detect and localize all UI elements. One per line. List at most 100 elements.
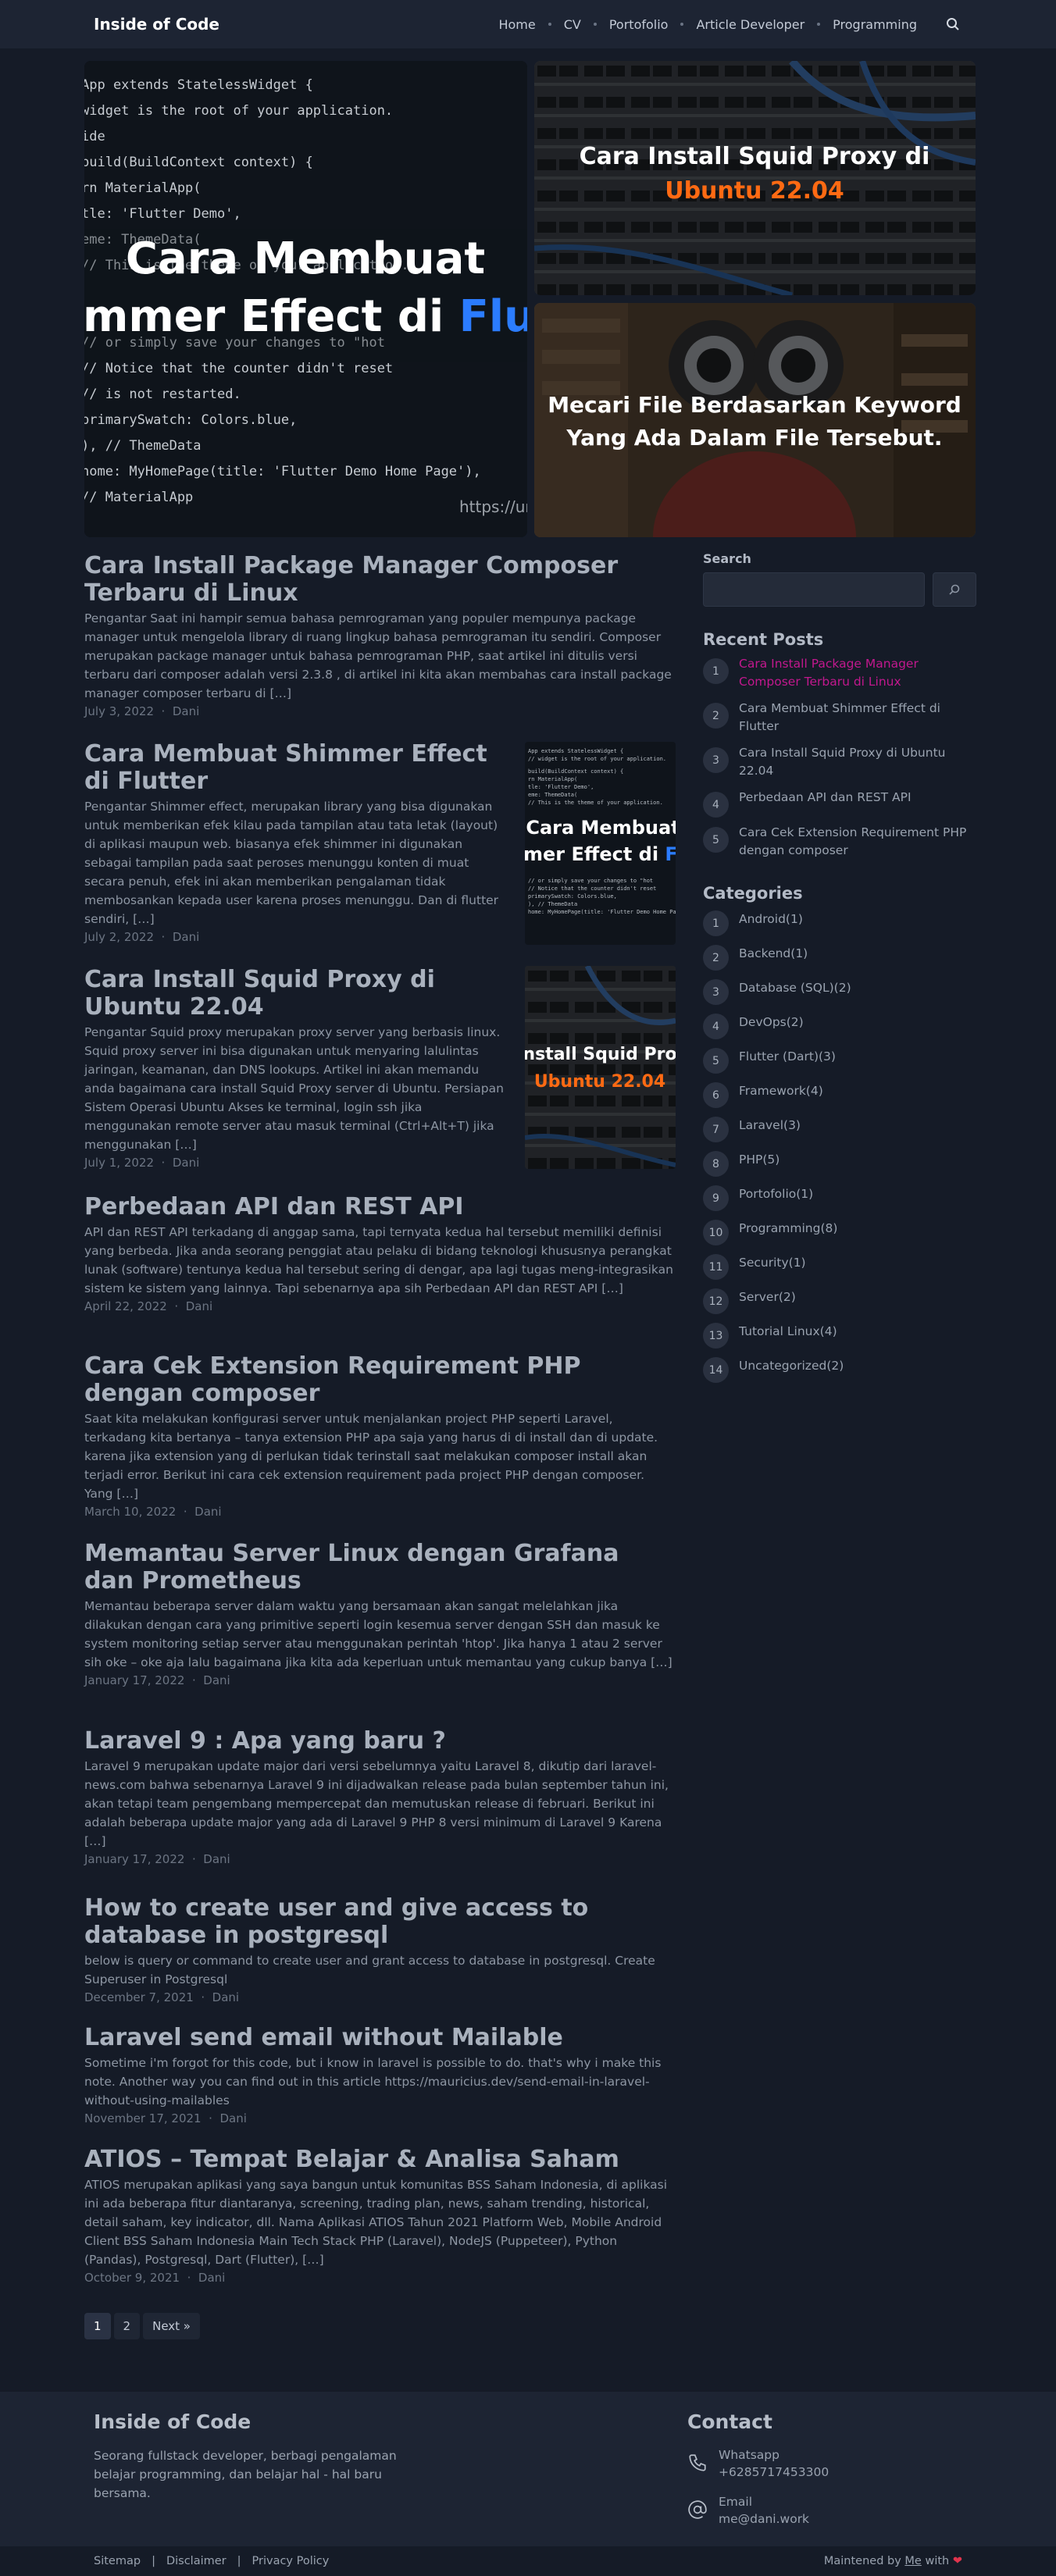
category-item[interactable]: 2 Backend(1) (703, 945, 976, 979)
category-link[interactable]: Portofolio(1) (739, 1187, 813, 1201)
post-date[interactable]: January 17, 2022 (84, 1852, 184, 1866)
featured-post-shimmer[interactable]: App extends StatelessWidget { widget is … (84, 61, 527, 537)
category-link[interactable]: Security(1) (739, 1256, 806, 1270)
category-link[interactable]: Tutorial Linux(4) (739, 1324, 837, 1338)
post-title-link[interactable]: How to create user and give access to da… (84, 1894, 588, 1949)
recent-post-link[interactable]: Cara Install Package Manager Composer Te… (739, 655, 973, 691)
post-author[interactable]: Dani (173, 1156, 199, 1170)
category-item[interactable]: 9 Portofolio(1) (703, 1185, 976, 1220)
next-page-button[interactable]: Next » (143, 2313, 200, 2339)
maintainer-link[interactable]: Me (904, 2555, 921, 2567)
post-date[interactable]: November 17, 2021 (84, 2111, 202, 2125)
post-author[interactable]: Dani (186, 1299, 212, 1313)
post-date[interactable]: July 1, 2022 (84, 1156, 154, 1170)
page-2-button[interactable]: 2 (113, 2313, 141, 2339)
recent-post-item[interactable]: 2 Cara Membuat Shimmer Effect di Flutter (703, 700, 976, 747)
post-thumbnail-squid[interactable]: nstall Squid Pro Ubuntu 22.04 (525, 966, 676, 1169)
nav-home[interactable]: Home (486, 17, 548, 32)
post-date[interactable]: January 17, 2022 (84, 1673, 184, 1687)
recent-post-link[interactable]: Cara Cek Extension Requirement PHP denga… (739, 824, 973, 860)
post-title-link[interactable]: Cara Install Package Manager Composer Te… (84, 552, 618, 607)
category-item[interactable]: 5 Flutter (Dart)(3) (703, 1048, 976, 1082)
svg-text:// widget is the root of your: // widget is the root of your applicatio… (528, 756, 666, 762)
post-date[interactable]: March 10, 2022 (84, 1505, 176, 1519)
recent-post-link[interactable]: Perbedaan API dan REST API (739, 789, 973, 807)
nav-programming[interactable]: Programming (820, 17, 929, 32)
category-link[interactable]: PHP(5) (739, 1153, 780, 1167)
contact-whatsapp[interactable]: Whatsapp +6285717453300 (687, 2446, 829, 2481)
nav-article-developer[interactable]: Article Developer (683, 17, 817, 32)
privacy-policy-link[interactable]: Privacy Policy (252, 2555, 330, 2567)
post-meta: December 7, 2021 · Dani (84, 1990, 240, 2004)
page-1-button[interactable]: 1 (84, 2313, 111, 2339)
category-link[interactable]: DevOps(2) (739, 1015, 804, 1029)
post-meta: July 3, 2022 · Dani (84, 704, 200, 718)
category-link[interactable]: Server(2) (739, 1290, 796, 1304)
site-brand[interactable]: Inside of Code (94, 15, 219, 34)
category-item[interactable]: 3 Database (SQL)(2) (703, 979, 976, 1014)
svg-text:primarySwatch: Colors.blue,: primarySwatch: Colors.blue, (528, 893, 617, 900)
category-item[interactable]: 4 DevOps(2) (703, 1014, 976, 1048)
category-link[interactable]: Uncategorized(2) (739, 1359, 844, 1373)
post-date[interactable]: July 2, 2022 (84, 930, 154, 944)
nav-portofolio[interactable]: Portofolio (597, 17, 681, 32)
post-title-link[interactable]: Cara Install Squid Proxy di Ubuntu 22.04 (84, 966, 435, 1021)
sitemap-link[interactable]: Sitemap (94, 2555, 141, 2567)
svg-text:rn MaterialApp(: rn MaterialApp( (528, 776, 577, 782)
featured-post-keyword[interactable]: Mecari File Berdasarkan Keyword Yang Ada… (534, 303, 976, 537)
post-title-link[interactable]: Perbedaan API dan REST API (84, 1193, 464, 1220)
post-author[interactable]: Dani (203, 1673, 230, 1687)
recent-post-item[interactable]: 5 Cara Cek Extension Requirement PHP deng… (703, 824, 976, 871)
post-author[interactable]: Dani (203, 1852, 230, 1866)
category-item[interactable]: 10 Programming(8) (703, 1220, 976, 1254)
post-title-link[interactable]: ATIOS – Tempat Belajar & Analisa Saham (84, 2146, 619, 2173)
category-item[interactable]: 11 Security(1) (703, 1254, 976, 1288)
post-title-link[interactable]: Memantau Server Linux dengan Grafana dan… (84, 1540, 619, 1594)
category-item[interactable]: 1 Android(1) (703, 910, 976, 945)
category-link[interactable]: Flutter (Dart)(3) (739, 1049, 836, 1064)
post-title-link[interactable]: Cara Membuat Shimmer Effect di Flutter (84, 740, 487, 795)
category-item[interactable]: 14 Uncategorized(2) (703, 1357, 976, 1391)
category-link[interactable]: Database (SQL)(2) (739, 981, 851, 995)
category-item[interactable]: 8 PHP(5) (703, 1151, 976, 1185)
category-item[interactable]: 7 Laravel(3) (703, 1117, 976, 1151)
search-input[interactable] (703, 572, 925, 607)
email-address[interactable]: me@dani.work (719, 2510, 809, 2528)
contact-email[interactable]: Email me@dani.work (687, 2493, 809, 2528)
post-date[interactable]: July 3, 2022 (84, 704, 154, 718)
recent-post-link[interactable]: Cara Membuat Shimmer Effect di Flutter (739, 700, 973, 736)
post-author[interactable]: Dani (194, 1505, 221, 1519)
category-link[interactable]: Laravel(3) (739, 1118, 801, 1132)
recent-post-item[interactable]: 4 Perbedaan API dan REST API (703, 789, 976, 827)
category-link[interactable]: Android(1) (739, 912, 803, 926)
search-submit-button[interactable] (933, 572, 976, 607)
search-icon[interactable] (944, 15, 962, 34)
category-item[interactable]: 13 Tutorial Linux(4) (703, 1323, 976, 1357)
post-title-link[interactable]: Laravel 9 : Apa yang baru ? (84, 1727, 446, 1755)
post-title-link[interactable]: Laravel send email without Mailable (84, 2024, 563, 2051)
svg-text:// Notice that the counter did: // Notice that the counter didn't reset (528, 885, 656, 892)
post-author[interactable]: Dani (198, 2271, 225, 2285)
post-title-link[interactable]: Cara Cek Extension Requirement PHP denga… (84, 1352, 580, 1407)
disclaimer-link[interactable]: Disclaimer (166, 2555, 227, 2567)
post-author[interactable]: Dani (219, 2111, 246, 2125)
recent-post-item[interactable]: 3 Cara Install Squid Proxy di Ubuntu 22.0… (703, 744, 976, 792)
post-item: Laravel send email without Mailable Some… (84, 2024, 676, 2125)
post-date[interactable]: December 7, 2021 (84, 1990, 194, 2004)
post-author[interactable]: Dani (173, 704, 199, 718)
whatsapp-number[interactable]: +6285717453300 (719, 2464, 829, 2481)
category-link[interactable]: Backend(1) (739, 946, 808, 960)
category-link[interactable]: Framework(4) (739, 1084, 823, 1098)
category-item[interactable]: 12 Server(2) (703, 1288, 976, 1323)
post-author[interactable]: Dani (173, 930, 199, 944)
post-thumbnail-shimmer[interactable]: App extends StatelessWidget {// widget i… (525, 742, 676, 945)
post-date[interactable]: April 22, 2022 (84, 1299, 167, 1313)
post-date[interactable]: October 9, 2021 (84, 2271, 180, 2285)
featured-post-squid[interactable]: Cara Install Squid Proxy di Ubuntu 22.04 (534, 61, 976, 295)
category-link[interactable]: Programming(8) (739, 1221, 837, 1235)
recent-post-item[interactable]: 1 Cara Install Package Manager Composer T… (703, 655, 976, 703)
category-item[interactable]: 6 Framework(4) (703, 1082, 976, 1117)
recent-post-link[interactable]: Cara Install Squid Proxy di Ubuntu 22.04 (739, 744, 973, 780)
post-author[interactable]: Dani (212, 1990, 239, 2004)
nav-cv[interactable]: CV (551, 17, 594, 32)
